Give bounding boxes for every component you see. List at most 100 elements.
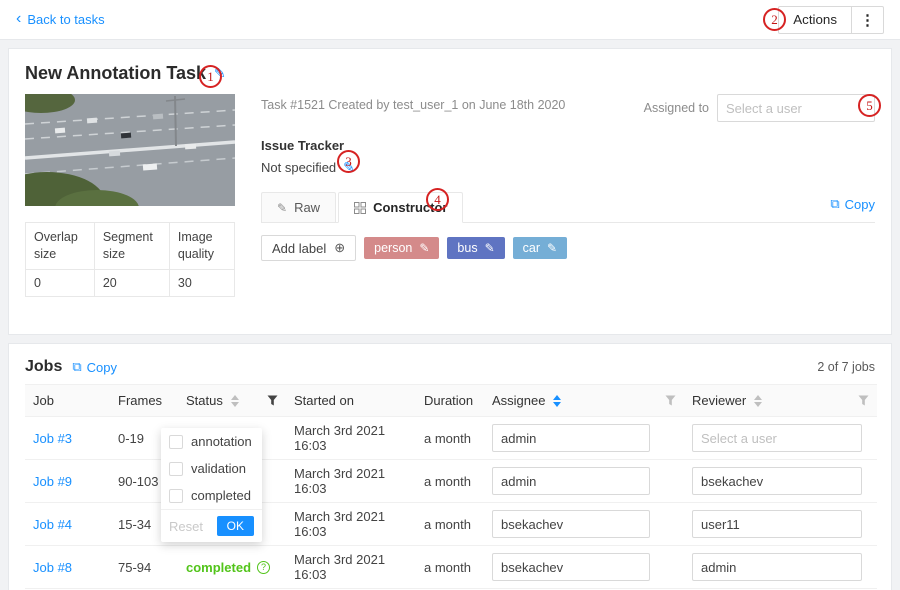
task-preview-image xyxy=(25,94,235,206)
edit-label-person-icon[interactable]: ✎ xyxy=(419,241,429,255)
param-header-segment: Segment size xyxy=(94,223,169,270)
annotation-circle-3: 3 xyxy=(337,150,360,173)
job-8-duration: a month xyxy=(424,560,471,575)
edit-label-bus-icon[interactable]: ✎ xyxy=(485,241,495,255)
vertical-ellipsis-icon: ⋮ xyxy=(860,11,875,29)
tab-raw-label: Raw xyxy=(294,200,320,215)
edit-label-car-icon[interactable]: ✎ xyxy=(547,241,557,255)
job-8-status: completed xyxy=(186,560,251,575)
job-3-frames: 0-19 xyxy=(118,431,144,446)
labels-copy-link[interactable]: ⧉ Copy xyxy=(830,196,875,218)
col-frames: Frames xyxy=(118,393,162,408)
param-value-quality: 30 xyxy=(169,269,234,296)
job-4-duration: a month xyxy=(424,517,471,532)
col-status[interactable]: Status xyxy=(186,393,223,408)
label-person-name: person xyxy=(374,241,412,255)
label-pill-person[interactable]: person ✎ xyxy=(364,237,439,259)
label-car-name: car xyxy=(523,241,540,255)
filter-option-annotation[interactable]: annotation xyxy=(161,428,262,455)
jobs-title: Jobs xyxy=(25,358,62,376)
col-started-on: Started on xyxy=(294,393,354,408)
task-meta-text: Task #1521 Created by test_user_1 on Jun… xyxy=(261,94,565,112)
job-row-9: Job #9 90-103 March 3rd 2021 16:03 a mon… xyxy=(25,460,877,503)
actions-button-group: Actions ⋮ xyxy=(778,6,884,34)
filter-option-validation[interactable]: validation xyxy=(161,455,262,482)
jobs-table-header-row: Job Frames Status Started on Duration xyxy=(25,385,877,417)
annotation-circle-4: 4 xyxy=(426,188,449,211)
col-reviewer[interactable]: Reviewer xyxy=(692,393,746,408)
filter-option-completed[interactable]: completed xyxy=(161,482,262,509)
tab-raw[interactable]: ✎ Raw xyxy=(261,192,336,223)
reviewer-filter-icon[interactable] xyxy=(858,395,869,406)
job-8-link[interactable]: Job #8 xyxy=(33,560,72,575)
filter-option-completed-label: completed xyxy=(191,488,251,503)
filter-reset-button[interactable]: Reset xyxy=(169,519,203,534)
constructor-icon xyxy=(354,202,366,214)
job-3-duration: a month xyxy=(424,431,471,446)
job-4-reviewer-input[interactable] xyxy=(692,510,862,538)
reviewer-sorter-icon[interactable] xyxy=(754,395,762,407)
annotation-circle-1: 1 xyxy=(199,65,222,88)
param-value-segment: 20 xyxy=(94,269,169,296)
copy-icon: ⧉ xyxy=(830,196,839,212)
job-4-started: March 3rd 2021 16:03 xyxy=(294,509,385,539)
param-header-overlap: Overlap size xyxy=(26,223,95,270)
job-9-link[interactable]: Job #9 xyxy=(33,474,72,489)
plus-circle-icon: ⊕ xyxy=(334,240,345,256)
add-label-button[interactable]: Add label ⊕ xyxy=(261,235,356,261)
job-9-frames: 90-103 xyxy=(118,474,158,489)
assignee-sorter-icon[interactable] xyxy=(553,395,561,407)
job-3-started: March 3rd 2021 16:03 xyxy=(294,423,385,453)
job-9-reviewer-input[interactable] xyxy=(692,467,862,495)
jobs-copy-link[interactable]: ⧉ Copy xyxy=(72,359,117,375)
validation-checkbox[interactable] xyxy=(169,462,183,476)
assignee-filter-icon[interactable] xyxy=(665,395,676,406)
status-filter-icon[interactable] xyxy=(267,395,278,406)
job-8-assignee-input[interactable] xyxy=(492,553,650,581)
more-options-button[interactable]: ⋮ xyxy=(852,6,884,34)
task-info-card: New Annotation Task ✎ xyxy=(8,48,892,335)
annotation-checkbox[interactable] xyxy=(169,435,183,449)
job-8-started: March 3rd 2021 16:03 xyxy=(294,552,385,582)
issue-tracker-value: Not specified xyxy=(261,160,336,175)
param-value-overlap: 0 xyxy=(26,269,95,296)
jobs-count: 2 of 7 jobs xyxy=(817,360,875,374)
job-3-link[interactable]: Job #3 xyxy=(33,431,72,446)
job-4-frames: 15-34 xyxy=(118,517,151,532)
job-9-assignee-input[interactable] xyxy=(492,467,650,495)
filter-ok-button[interactable]: OK xyxy=(217,516,254,536)
labels-tabs: ✎ Raw Constructor ⧉ Co xyxy=(261,192,875,223)
status-sorter-icon[interactable] xyxy=(231,395,239,407)
param-header-quality: Image quality xyxy=(169,223,234,270)
filter-option-annotation-label: annotation xyxy=(191,434,252,449)
assigned-to-input[interactable] xyxy=(717,94,875,122)
job-3-assignee-input[interactable] xyxy=(492,424,650,452)
label-pill-bus[interactable]: bus ✎ xyxy=(447,237,504,259)
job-4-link[interactable]: Job #4 xyxy=(33,517,72,532)
actions-button[interactable]: Actions xyxy=(778,6,852,34)
annotation-circle-2: 2 xyxy=(763,8,786,31)
back-to-tasks-link[interactable]: ‹ Back to tasks xyxy=(16,12,105,27)
col-duration: Duration xyxy=(424,393,473,408)
assigned-to-label: Assigned to xyxy=(644,101,709,115)
back-chevron-icon: ‹ xyxy=(16,11,21,27)
col-assignee[interactable]: Assignee xyxy=(492,393,545,408)
task-details-page: ‹ Back to tasks Actions ⋮ New Annotation… xyxy=(0,0,900,590)
status-filter-dropdown: annotation validation completed Reset OK xyxy=(161,428,262,542)
label-pill-car[interactable]: car ✎ xyxy=(513,237,567,259)
job-4-assignee-input[interactable] xyxy=(492,510,650,538)
label-bus-name: bus xyxy=(457,241,477,255)
jobs-table: Job Frames Status Started on Duration xyxy=(25,384,877,589)
completed-checkbox[interactable] xyxy=(169,489,183,503)
job-3-reviewer-input[interactable] xyxy=(692,424,862,452)
status-help-icon[interactable]: ? xyxy=(257,561,270,574)
jobs-card: Jobs ⧉ Copy 2 of 7 jobs Job Frames Statu… xyxy=(8,343,892,590)
job-row-4: Job #4 15-34 March 3rd 2021 16:03 a mont… xyxy=(25,503,877,546)
add-label-text: Add label xyxy=(272,241,326,256)
job-8-frames: 75-94 xyxy=(118,560,151,575)
col-job: Job xyxy=(33,393,54,408)
job-8-reviewer-input[interactable] xyxy=(692,553,862,581)
jobs-copy-label: Copy xyxy=(87,360,117,375)
job-9-duration: a month xyxy=(424,474,471,489)
job-9-started: March 3rd 2021 16:03 xyxy=(294,466,385,496)
